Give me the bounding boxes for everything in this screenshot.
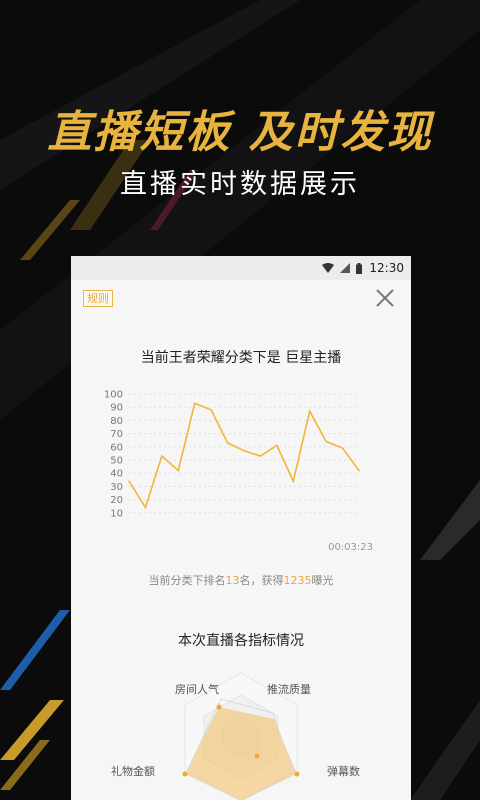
y-tick-label: 10 — [110, 508, 123, 519]
radar-point — [254, 753, 260, 759]
radar-title: 本次直播各指标情况 — [178, 633, 304, 649]
radar-point — [294, 771, 300, 777]
radar-label-stream-quality: 推流质量 — [267, 683, 311, 696]
data-point — [177, 469, 180, 472]
bg-stripe — [410, 700, 480, 800]
data-point — [226, 442, 229, 444]
y-tick-label: 50 — [110, 456, 123, 467]
bg-stripe — [420, 480, 480, 560]
data-point — [128, 480, 130, 482]
rank-summary: 当前分类下排名13名，获得1235曝光 — [71, 572, 411, 588]
chart-timestamp: 00:03:23 — [328, 542, 373, 553]
rules-button[interactable]: 规则 — [83, 290, 113, 307]
data-point — [144, 506, 147, 509]
y-tick-label: 20 — [110, 495, 123, 506]
radar-point — [182, 771, 188, 777]
y-tick-label: 100 — [104, 390, 123, 401]
y-tick-label: 60 — [110, 442, 123, 453]
data-point — [341, 447, 344, 449]
signal-icon — [340, 263, 351, 273]
data-point — [358, 469, 360, 472]
data-point — [193, 402, 196, 405]
bg-stripe — [0, 610, 70, 690]
data-point — [243, 449, 245, 452]
hero-subline: 直播实时数据展示 — [120, 169, 360, 200]
y-tick-label: 70 — [110, 429, 123, 440]
radar-label-room-popularity: 房间人气 — [175, 683, 219, 696]
hero-headline: 直播短板 及时发现 — [47, 107, 433, 158]
rank-value: 13 — [225, 574, 240, 587]
rank-suffix: 曝光 — [311, 574, 334, 587]
radar-label-danmaku-count: 弹幕数 — [327, 765, 360, 778]
data-point — [259, 455, 262, 457]
y-tick-label: 80 — [110, 416, 123, 427]
data-point — [325, 440, 327, 443]
exposure-value: 1235 — [283, 574, 312, 587]
chart-title: 当前王者荣耀分类下是 巨星主播 — [140, 350, 342, 366]
data-point — [276, 444, 278, 447]
bg-stripe — [0, 740, 50, 790]
y-tick-label: 90 — [110, 403, 123, 414]
phone-panel: 12:30 规则 当前王者荣耀分类下是 巨星主播 10 20 30 40 50 60 70 8… — [71, 256, 411, 800]
y-tick-label: 40 — [110, 469, 123, 480]
close-icon[interactable] — [373, 286, 397, 310]
status-bar: 12:30 — [71, 256, 411, 280]
data-point — [292, 480, 295, 482]
series-line — [128, 402, 360, 510]
line-chart: 10 20 30 40 50 60 70 80 90 100 — [104, 390, 360, 519]
radar-chart — [182, 672, 300, 800]
battery-icon — [356, 262, 363, 274]
data-point — [308, 410, 311, 412]
radar-point — [216, 704, 222, 710]
y-tick-label: 30 — [110, 482, 123, 493]
wifi-icon — [322, 263, 335, 273]
radar-label-gift-amount: 礼物金额 — [111, 765, 155, 778]
rank-mid: 名，获得 — [239, 574, 284, 587]
data-point — [210, 409, 212, 411]
data-point — [161, 455, 163, 457]
status-time: 12:30 — [369, 261, 404, 275]
rank-prefix: 当前分类下排名 — [148, 574, 226, 587]
